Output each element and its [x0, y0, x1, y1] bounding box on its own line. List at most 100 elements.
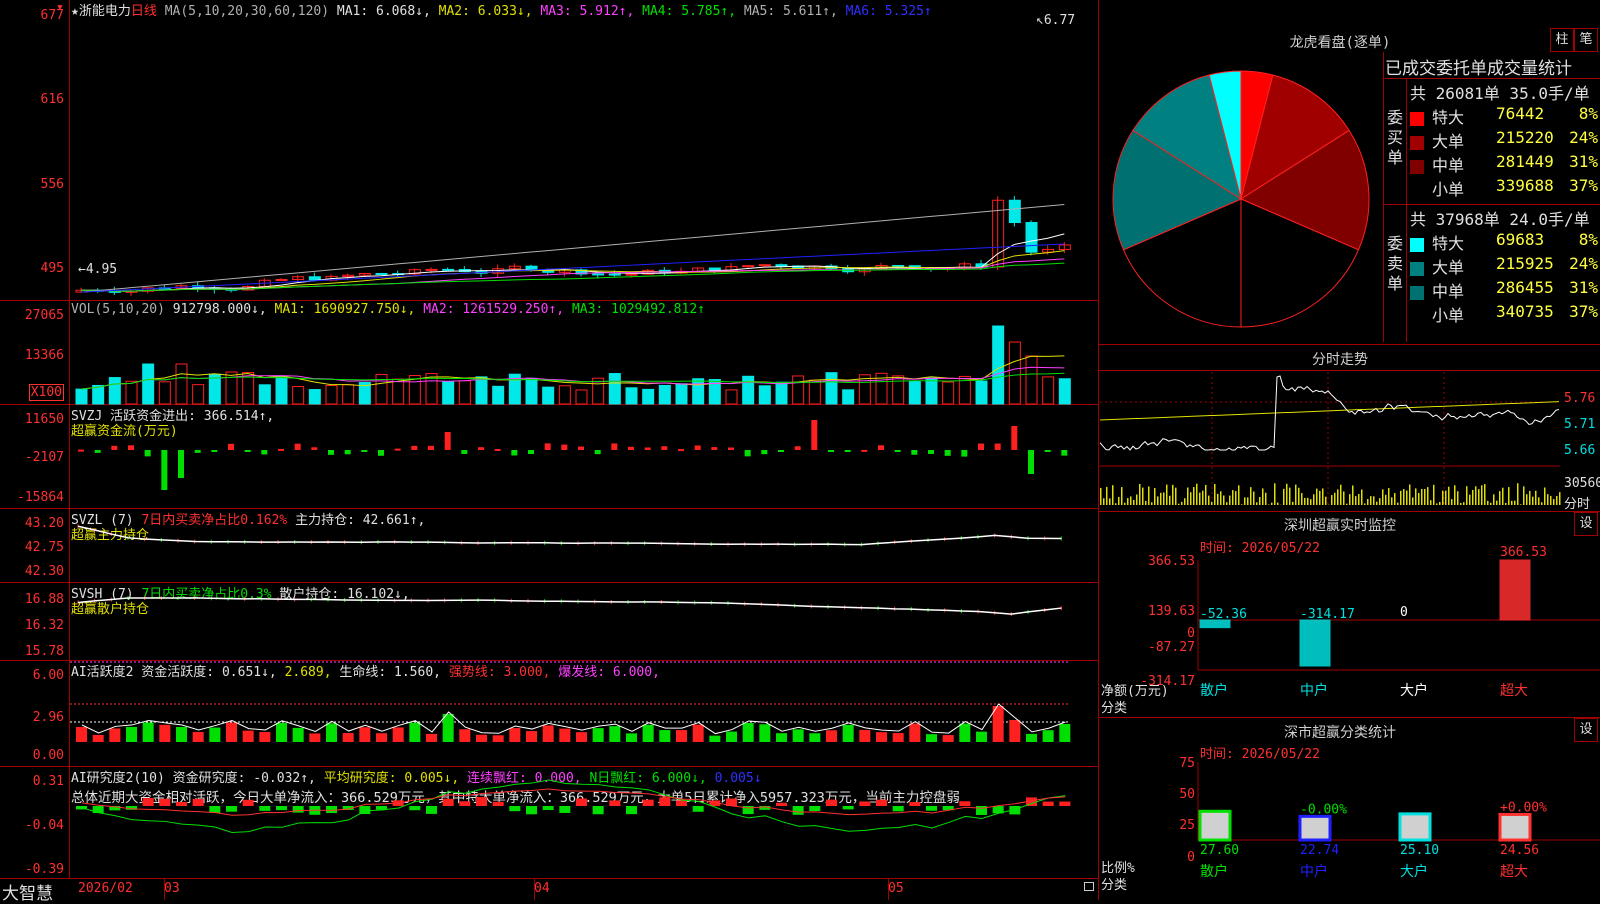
vol-label: VOL(5,10,20): [71, 302, 165, 317]
volume-bar: [459, 381, 470, 404]
intraday-vol-bar: [1475, 486, 1477, 505]
activity-bar: [709, 736, 720, 742]
vol-ma1: MA1: 1690927.750↓,: [275, 302, 416, 317]
ma5-value: MA5: 5.611↑,: [744, 4, 838, 19]
side-divider: [1406, 78, 1407, 342]
activity-bar: [509, 728, 520, 742]
sz-monitor-title: 深圳超赢实时监控: [1240, 515, 1440, 535]
research-bar: [426, 806, 437, 814]
svsh-chart[interactable]: [70, 582, 1098, 660]
intraday-vol-bar: [1487, 501, 1489, 505]
sz-monitor-chart[interactable]: -52.36散户-314.17中户0大户366.53超大: [1198, 560, 1600, 717]
intraday-vol-bar: [1298, 488, 1300, 505]
research-bar: [609, 800, 620, 806]
volume-bar: [193, 385, 204, 404]
candlestick-chart[interactable]: [70, 18, 1098, 300]
period-label[interactable]: 日线: [131, 4, 157, 19]
dragon-pie-chart[interactable]: [1108, 64, 1374, 334]
svzl-chart[interactable]: [70, 508, 1098, 582]
ai-activity-chart[interactable]: [70, 660, 1098, 766]
research-bar: [1043, 802, 1054, 806]
sz-class-x-caption: 分类: [1101, 874, 1127, 893]
delta-label: -0.00%: [1300, 802, 1347, 817]
net-bar: [1300, 620, 1330, 666]
intraday-vol-bar: [1184, 498, 1186, 505]
intraday-vol-bar: [1469, 495, 1471, 505]
flow-bar: [811, 420, 817, 450]
intraday-vol-bar: [1448, 487, 1450, 505]
research-bar: [909, 802, 920, 806]
intraday-vol-bar: [1394, 493, 1396, 505]
research-bar: [509, 806, 520, 811]
research-bar: [643, 800, 654, 806]
candle-body: [626, 274, 637, 275]
intraday-vol-bar: [1412, 497, 1414, 505]
activity-bar: [1043, 730, 1054, 742]
bar-mode-button[interactable]: 柱: [1550, 28, 1574, 52]
low-price-value: 4.95: [86, 262, 117, 277]
research-bar: [793, 806, 804, 815]
candle-body: [276, 279, 287, 280]
intraday-vol-bar: [1352, 485, 1354, 505]
order-type: 特大: [1432, 234, 1464, 253]
intraday-vol-bar: [1139, 484, 1141, 505]
flow-bar: [1045, 450, 1051, 452]
stock-name[interactable]: 浙能电力: [79, 4, 131, 19]
price-tick: 495: [41, 261, 64, 276]
tick-mode-button[interactable]: 笔: [1574, 28, 1598, 52]
flow-bar: [145, 450, 151, 456]
order-volume: 215220: [1496, 128, 1554, 147]
flow-bar: [595, 450, 601, 454]
intraday-vol-bar: [1247, 497, 1249, 505]
ma-label: MA(5,10,20,30,60,120): [165, 4, 329, 19]
sz-class-settings-button[interactable]: 设: [1574, 718, 1598, 742]
intraday-vol-bar: [1322, 488, 1324, 505]
lock-icon[interactable]: [1084, 882, 1094, 891]
flow-bar: [961, 450, 967, 457]
intraday-vol-bar: [1472, 490, 1474, 505]
favorite-star-icon[interactable]: ★: [71, 4, 79, 19]
research-bar: [476, 797, 487, 806]
volume-bar: [793, 376, 804, 404]
color-swatch: [1410, 286, 1424, 300]
activity-bar: [443, 714, 454, 742]
activity-bar: [943, 735, 954, 742]
order-row: 中单28645531%: [1410, 278, 1598, 302]
svsh-tick: 16.32: [25, 618, 64, 633]
sz-monitor-settings-button[interactable]: 设: [1574, 512, 1598, 536]
intraday-vol-bar: [1532, 497, 1534, 505]
research-bar: [209, 806, 220, 813]
intraday-vol-bar: [1364, 503, 1366, 505]
volume-bar: [943, 382, 954, 404]
research-bar: [693, 806, 704, 812]
intraday-vol-bar: [1460, 503, 1462, 505]
candle-body: [293, 277, 304, 280]
order-volume: 281449: [1496, 152, 1554, 171]
activity-bar: [593, 728, 604, 742]
flow-bar: [378, 450, 384, 456]
order-volume: 286455: [1496, 278, 1554, 297]
sz-class-chart[interactable]: 27.60散户-0.00%22.74中户25.10大户+0.00%24.56超大: [1198, 762, 1600, 900]
intraday-chart[interactable]: [1100, 372, 1560, 510]
ai-research-chart[interactable]: [70, 766, 1098, 878]
volume-bar: [576, 390, 587, 404]
activity-bar: [909, 724, 920, 742]
order-type: 中单: [1432, 282, 1464, 301]
intraday-vol-bar: [1133, 500, 1135, 505]
flow-bar: [128, 445, 134, 450]
high-price-value: 6.77: [1044, 13, 1075, 28]
net-value-label: -52.36: [1200, 607, 1247, 622]
svzj-chart[interactable]: [70, 404, 1098, 508]
flow-bar: [495, 449, 501, 451]
intraday-vol-bar: [1277, 503, 1279, 505]
order-percent: 8%: [1579, 104, 1598, 123]
intraday-vol-bar: [1112, 485, 1114, 505]
volume-chart[interactable]: [70, 318, 1098, 404]
volume-bar: [909, 382, 920, 404]
order-type: 中单: [1432, 156, 1464, 175]
intraday-vol-bar: [1442, 491, 1444, 505]
flow-bar: [428, 446, 434, 450]
intraday-vol-bar: [1193, 487, 1195, 505]
intraday-vol-bar: [1100, 488, 1102, 505]
activity-bar: [726, 732, 737, 742]
